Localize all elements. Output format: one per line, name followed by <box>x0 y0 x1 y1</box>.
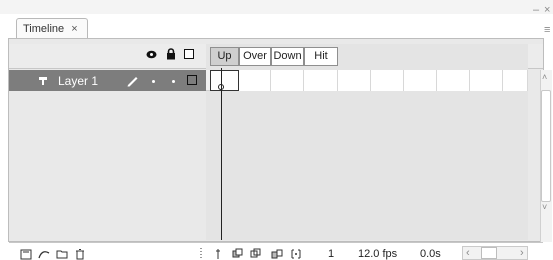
frame-rate[interactable]: 12.0 fps <box>358 248 397 260</box>
frame-cell[interactable] <box>239 70 271 91</box>
frame-label-hit[interactable]: Hit <box>304 47 338 66</box>
frame-cell[interactable] <box>503 70 528 91</box>
top-strip <box>0 0 553 14</box>
horizontal-scroll-thumb[interactable] <box>481 247 497 259</box>
elapsed-time: 0.0s <box>420 248 441 260</box>
minimize-icon[interactable]: – <box>533 4 539 16</box>
visibility-dot[interactable] <box>152 80 155 83</box>
frame-cell[interactable] <box>404 70 437 91</box>
scroll-right-icon[interactable]: › <box>520 247 524 259</box>
motion-guide-icon[interactable] <box>38 248 50 260</box>
onion-skin-outlines-icon[interactable] <box>250 248 262 260</box>
scroll-up-icon[interactable]: ˄ <box>542 72 547 82</box>
current-frame: 1 <box>328 248 335 260</box>
center-frame-icon[interactable] <box>212 248 224 260</box>
pencil-icon <box>127 77 138 87</box>
eye-icon[interactable] <box>146 50 157 59</box>
layer-outline-icon[interactable] <box>187 75 197 85</box>
divider-grip[interactable] <box>200 248 202 260</box>
lock-icon[interactable] <box>166 48 176 60</box>
tab-close-icon[interactable]: × <box>71 23 77 35</box>
frame-label-up[interactable]: Up <box>210 47 239 66</box>
frame-label-over[interactable]: Over <box>239 47 271 66</box>
tab-title: Timeline <box>23 23 65 35</box>
bottom-divider <box>9 242 543 243</box>
frame-label-down[interactable]: Down <box>271 47 304 66</box>
delete-layer-icon[interactable] <box>74 248 86 260</box>
keyframe-cell[interactable] <box>210 70 239 91</box>
scroll-left-icon[interactable]: ‹ <box>466 247 470 259</box>
new-folder-icon[interactable] <box>56 248 68 260</box>
frame-cell[interactable] <box>338 70 371 91</box>
vertical-scroll-thumb[interactable] <box>541 90 551 202</box>
frame-cell[interactable] <box>271 70 304 91</box>
panel-menu-icon[interactable]: ≡ <box>544 24 550 36</box>
frame-cell[interactable] <box>304 70 338 91</box>
close-icon[interactable]: × <box>544 4 550 16</box>
playhead[interactable] <box>221 68 222 240</box>
edit-multiple-frames-icon[interactable] <box>271 248 283 260</box>
layer-icon <box>39 77 47 85</box>
frame-cell[interactable] <box>371 70 404 91</box>
scroll-down-icon[interactable]: ˅ <box>542 202 547 212</box>
onion-skin-icon[interactable] <box>232 248 244 260</box>
layer-name[interactable]: Layer 1 <box>58 73 98 89</box>
outline-icon[interactable] <box>184 49 194 59</box>
tab-timeline[interactable]: Timeline × <box>16 18 88 40</box>
frame-cell[interactable] <box>470 70 503 91</box>
lock-dot[interactable] <box>172 80 175 83</box>
modify-onion-markers-icon[interactable] <box>290 248 302 260</box>
frame-cell[interactable] <box>437 70 470 91</box>
new-layer-icon[interactable] <box>20 248 32 260</box>
